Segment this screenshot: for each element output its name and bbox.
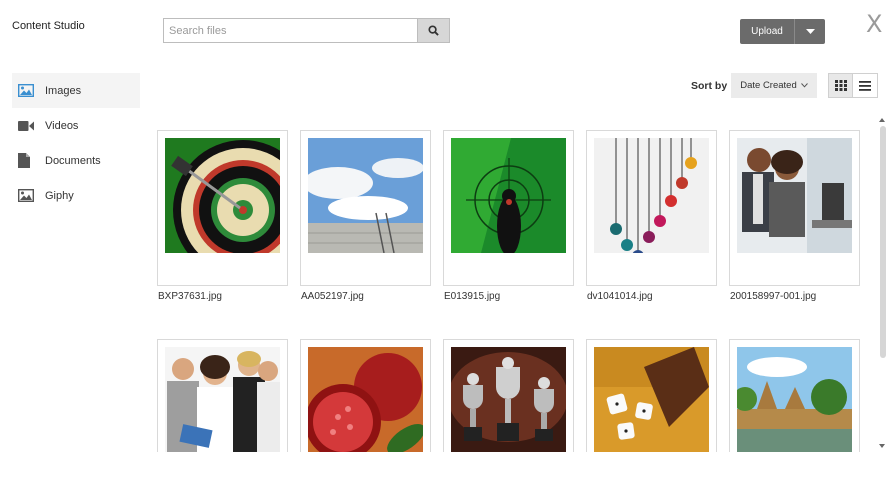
grid-view-button[interactable] — [828, 73, 853, 98]
file-tile[interactable] — [300, 339, 431, 452]
file-name: 200158997-001.jpg — [730, 291, 817, 302]
chevron-down-icon — [800, 83, 808, 88]
thumbnail-baubles — [594, 138, 709, 253]
sort-select[interactable]: Date Created — [731, 73, 817, 98]
thumbnail-pomegranate — [308, 347, 423, 452]
upload-button[interactable]: Upload — [740, 19, 794, 44]
thumbnail-temple-river — [737, 347, 852, 452]
thumbnail-office-people — [737, 138, 852, 253]
sidebar-item-label: Documents — [45, 154, 101, 167]
upload-dropdown-button[interactable] — [794, 19, 825, 44]
sidebar-item-documents[interactable]: Documents — [12, 143, 140, 178]
thumbnail-dice-cup — [594, 347, 709, 452]
video-camera-icon — [18, 120, 36, 132]
file-tile[interactable]: dv1041014.jpg — [586, 130, 717, 302]
scroll-down-arrow-icon[interactable] — [879, 444, 885, 448]
file-name: E013915.jpg — [444, 291, 501, 302]
sort-selected-value: Date Created — [740, 80, 797, 91]
file-name: dv1041014.jpg — [587, 291, 653, 302]
thumbnail-dartboard — [165, 138, 280, 253]
file-tile[interactable] — [157, 339, 288, 452]
sort-label: Sort by — [691, 80, 728, 92]
file-tile[interactable] — [443, 339, 574, 452]
document-icon — [18, 153, 36, 168]
close-button[interactable]: X — [866, 12, 882, 36]
scroll-up-arrow-icon[interactable] — [879, 118, 885, 122]
file-tile[interactable]: BXP37631.jpg — [157, 130, 288, 302]
file-tile[interactable]: AA052197.jpg — [300, 130, 431, 302]
file-gallery: BXP37631.jpg AA052197.jpg E013915.jpg dv… — [157, 130, 874, 452]
sidebar-item-videos[interactable]: Videos — [12, 108, 140, 143]
sidebar-item-label: Images — [45, 84, 82, 97]
file-tile[interactable] — [729, 339, 860, 452]
list-icon — [859, 80, 871, 91]
search-button[interactable] — [417, 18, 450, 43]
sidebar-item-label: Videos — [45, 119, 79, 132]
sidebar-item-giphy[interactable]: Giphy — [12, 178, 140, 213]
thumbnail-sky-wall — [308, 138, 423, 253]
gallery-scrollbar[interactable] — [878, 116, 888, 452]
file-name: AA052197.jpg — [301, 291, 364, 302]
upload-button-group: Upload — [740, 19, 825, 44]
scroll-thumb[interactable] — [880, 126, 886, 358]
thumbnail-trophies — [451, 347, 566, 452]
sidebar-item-label: Giphy — [45, 189, 74, 202]
caret-down-icon — [805, 29, 815, 34]
file-tile[interactable] — [586, 339, 717, 452]
grid-icon — [834, 80, 847, 91]
search-input[interactable] — [163, 18, 417, 43]
thumbnail-green-target — [451, 138, 566, 253]
file-tile[interactable]: E013915.jpg — [443, 130, 574, 302]
search-bar — [163, 18, 450, 43]
file-name: BXP37631.jpg — [158, 291, 222, 302]
search-icon — [428, 25, 439, 36]
sidebar-item-images[interactable]: Images — [12, 73, 140, 108]
thumbnail-group-portrait — [165, 347, 280, 452]
image-icon — [18, 84, 36, 97]
app-title: Content Studio — [12, 20, 85, 32]
sidebar: Images Videos Documents Giphy — [12, 73, 140, 213]
file-tile[interactable]: 200158997-001.jpg — [729, 130, 860, 302]
list-view-button[interactable] — [853, 73, 878, 98]
gif-image-icon — [18, 189, 36, 202]
